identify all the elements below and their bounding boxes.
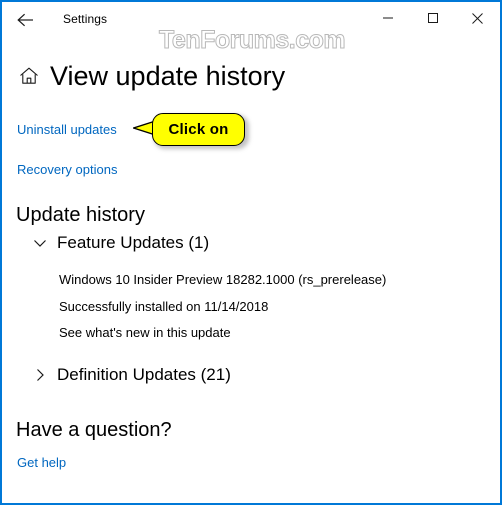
maximize-button[interactable]	[410, 2, 455, 34]
click-on-callout: Click on	[133, 111, 249, 151]
update-history-heading: Update history	[16, 204, 145, 226]
close-icon	[471, 12, 484, 25]
page-header: View update history	[16, 60, 285, 92]
expander-label: Feature Updates (1)	[57, 233, 210, 252]
page-title: View update history	[50, 61, 286, 91]
chevron-right-icon	[30, 365, 50, 385]
recovery-options-link[interactable]: Recovery options	[17, 162, 117, 177]
expander-label: Definition Updates (21)	[57, 365, 231, 384]
back-arrow-icon	[16, 12, 36, 28]
callout-bubble: Click on	[152, 113, 245, 146]
get-help-link[interactable]: Get help	[17, 455, 66, 470]
tenforums-watermark: TenForums.com	[158, 26, 346, 55]
expander-feature-updates[interactable]: Feature Updates (1)	[30, 233, 209, 253]
maximize-icon	[427, 12, 439, 24]
callout-label: Click on	[168, 121, 229, 138]
have-a-question-heading: Have a question?	[16, 419, 172, 441]
update-item-status: Successfully installed on 11/14/2018	[59, 299, 269, 314]
settings-window: Settings TenForums.com View update histo…	[0, 0, 502, 505]
uninstall-updates-link[interactable]: Uninstall updates	[17, 122, 117, 137]
back-button[interactable]	[8, 5, 44, 35]
chevron-down-icon	[30, 233, 50, 253]
minimize-icon	[382, 12, 394, 24]
expander-definition-updates[interactable]: Definition Updates (21)	[30, 365, 231, 385]
app-title: Settings	[63, 12, 108, 26]
close-button[interactable]	[455, 2, 500, 34]
update-item-name: Windows 10 Insider Preview 18282.1000 (r…	[59, 272, 387, 287]
window-controls	[365, 2, 500, 34]
see-whats-new-link[interactable]: See what's new in this update	[59, 325, 231, 340]
minimize-button[interactable]	[365, 2, 410, 34]
home-icon[interactable]	[16, 63, 42, 89]
